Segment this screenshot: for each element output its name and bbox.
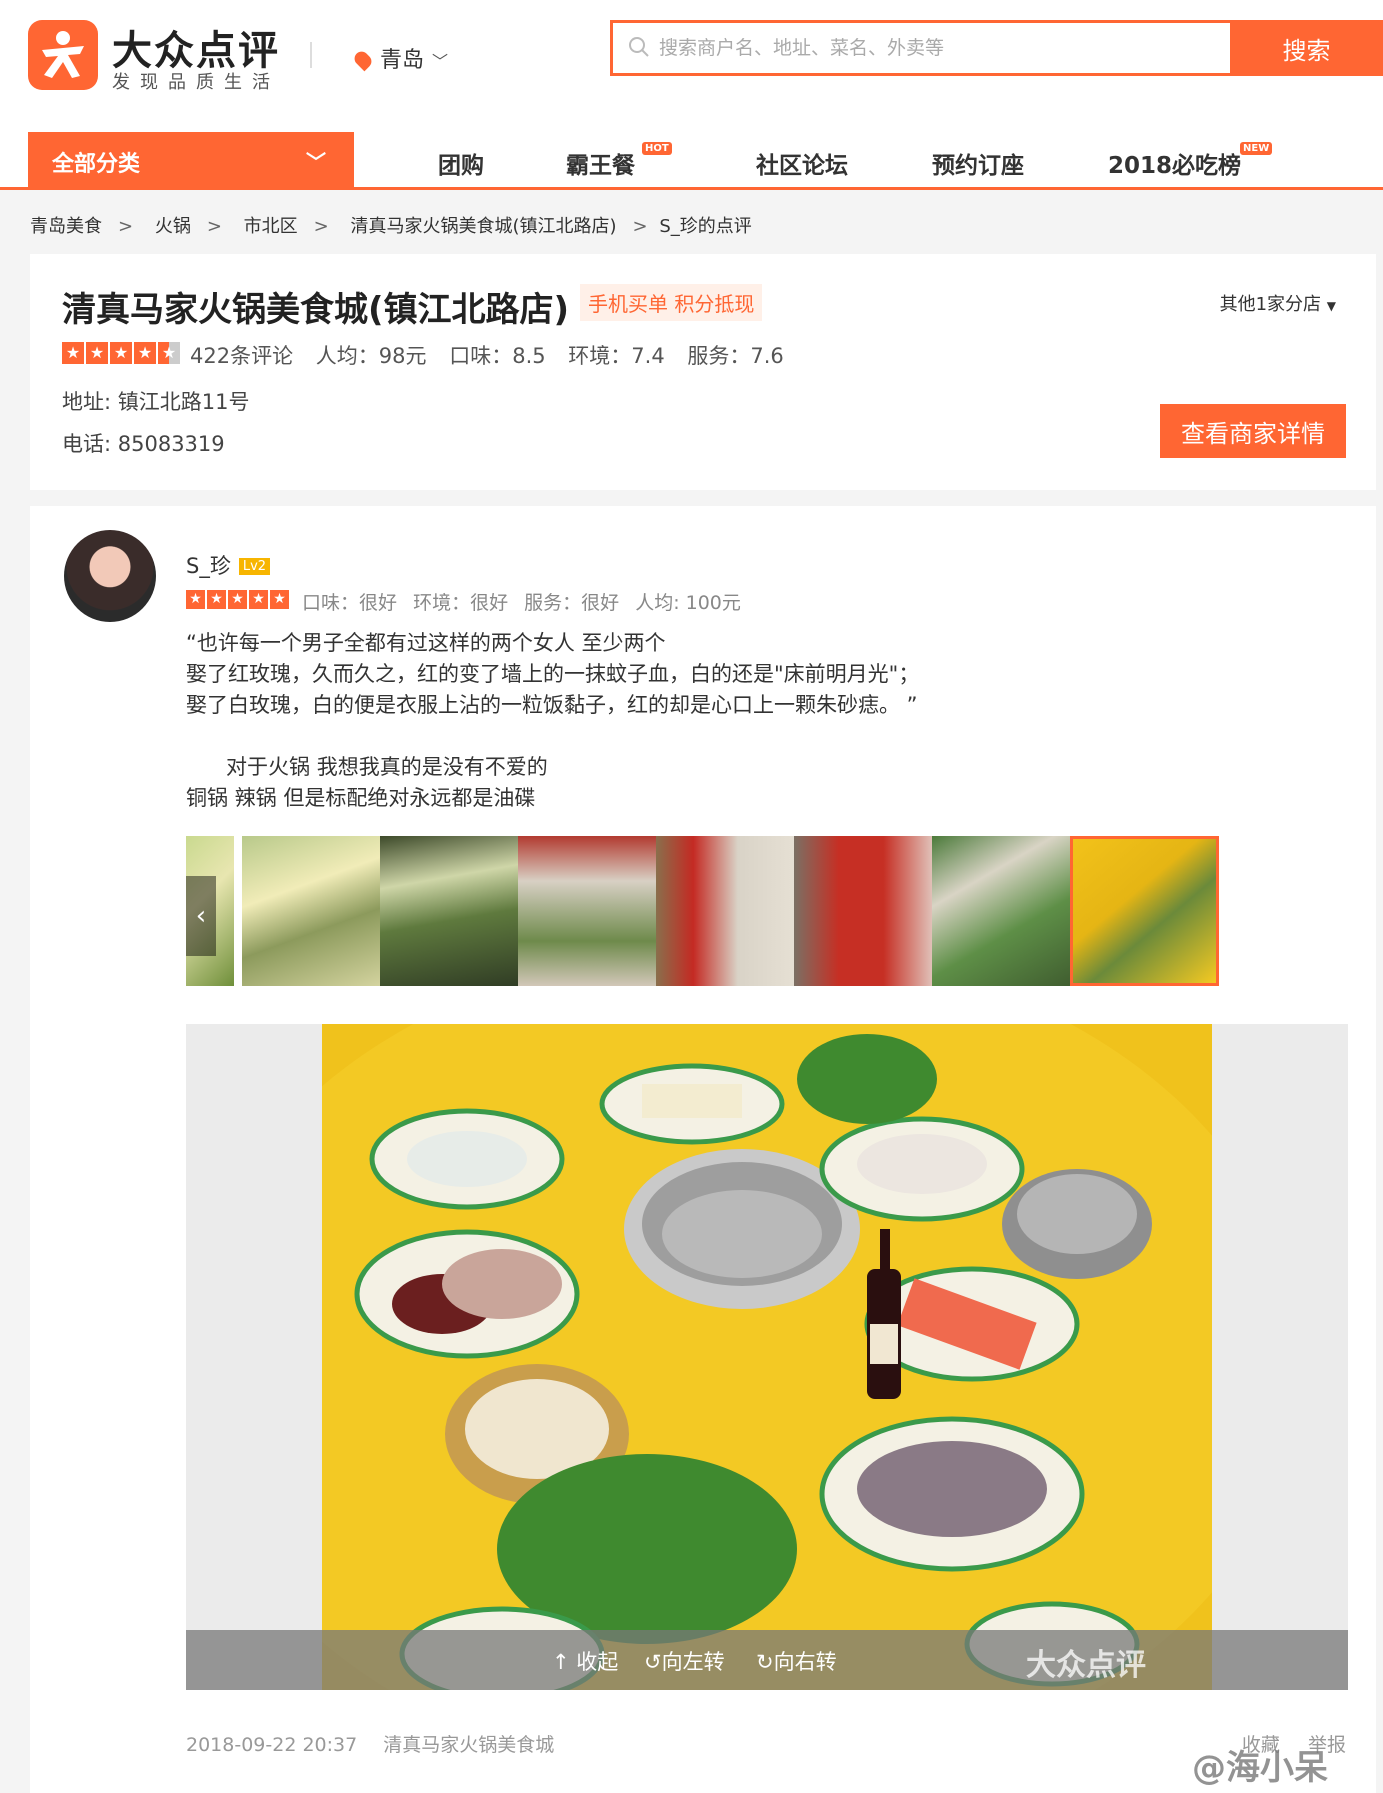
shop-meta: 422条评论 人均：98元 口味：8.5 环境：7.4 服务：7.6 [190,340,800,370]
review-scores: 口味：很好 环境：很好 服务：很好 人均: 100元 [302,588,751,615]
photo-thumbnail[interactable] [380,836,529,986]
photo-toolbar: ↑ 收起 ↺向左转 ↻向右转 大众点评 [186,1630,1348,1690]
nav-item-reservation[interactable]: 预约订座 [932,146,1024,180]
photo-thumbnail[interactable] [794,836,943,986]
breadcrumb-separator: > [313,216,329,237]
main-nav: 全部分类 ﹀ 团购 霸王餐 HOT 社区论坛 预约订座 2018必吃榜 NEW [0,132,1383,190]
review-line: 娶了白玫瑰，白的便是衣服上沾的一粒饭黏子，红的却是心口上一颗朱砂痣。 ” [186,693,918,717]
city-selector[interactable]: 青岛 ﹀ [351,42,449,74]
breadcrumb-separator: > [632,216,648,237]
search-icon [629,37,649,57]
photo-thumbnail[interactable] [656,836,805,986]
star-icon: ★ [186,590,205,609]
collapse-button[interactable]: ↑ 收起 [552,1646,618,1676]
avatar[interactable] [64,530,156,622]
new-badge: NEW [1240,142,1273,155]
promo-tag[interactable]: 手机买单 积分抵现 [580,284,763,321]
shop-phone: 电话: 85083319 [62,432,225,456]
star-icon: ★ [207,590,226,609]
shop-address: 地址: 镇江北路11号 [62,390,250,414]
previous-arrow-icon[interactable]: ‹ [186,876,216,956]
shop-rating-stars: ★ ★ ★ ★ ★ [62,342,180,364]
logo-subtitle: 发现品质生活 [112,72,280,93]
search-button[interactable]: 搜索 [1230,20,1383,76]
photo-thumbnail-strip: ‹ [186,836,1348,986]
review-text: “也许每一个男子全都有过这样的两个女人 至少两个 娶了红玫瑰，久而久之，红的变了… [186,628,1286,814]
review-service: 服务：很好 [524,592,620,614]
star-icon: ★ [86,342,108,364]
header-divider [310,42,312,68]
star-icon: ★ [270,590,289,609]
search-input[interactable] [659,33,1219,63]
photo-thumbnail-selected[interactable] [1070,836,1219,986]
review-rating-stars: ★ ★ ★ ★ ★ [186,590,289,609]
rotate-left-icon: ↺ [644,1650,662,1674]
review-count[interactable]: 422条评论 [190,344,293,368]
review-line: 娶了红玫瑰，久而久之，红的变了墙上的一抹蚊子血，白的还是"床前明月光"； [186,662,920,686]
shop-name: 清真马家火锅美食城(镇江北路店) [62,290,570,330]
breadcrumb-separator: > [118,216,134,237]
all-categories-label: 全部分类 [52,152,141,177]
review-taste: 口味：很好 [302,592,398,614]
breadcrumb-item[interactable]: 青岛美食 [30,216,102,237]
review-avg-price: 人均: 100元 [635,592,741,614]
star-icon: ★ [249,590,268,609]
view-shop-details-button[interactable]: 查看商家详情 [1160,404,1346,458]
breadcrumb: 青岛美食 > 火锅 > 市北区 > 清真马家火锅美食城(镇江北路店) > S_珍的点评 [30,212,768,238]
top-header: 大众点评 发现品质生活 青岛 ﹀ 搜索 [0,0,1383,132]
review-line [186,721,1286,752]
avg-price: 人均：98元 [315,344,427,368]
review-environment: 环境：很好 [413,592,509,614]
hotpot-photo-illustration [322,1024,1212,1690]
breadcrumb-item[interactable]: 清真马家火锅美食城(镇江北路店) [350,216,616,237]
chevron-down-icon: ﹀ [306,150,326,174]
review-line: 铜锅 辣锅 但是标配绝对永远都是油碟 [186,786,536,810]
photo-watermark: 大众点评 [1026,1648,1146,1683]
photo-thumbnail[interactable] [518,836,667,986]
breadcrumb-item[interactable]: 火锅 [155,216,191,237]
chevron-down-icon: ﹀ [432,52,449,71]
rotate-right-icon: ↻ [756,1650,774,1674]
breadcrumb-separator: > [206,216,222,237]
shop-info-card: 清真马家火锅美食城(镇江北路店) 手机买单 积分抵现 其他1家分店 ▼ ★ ★ … [30,254,1376,490]
review-date: 2018-09-22 20:37 [186,1734,358,1756]
nav-item-tuangou[interactable]: 团购 [438,146,484,180]
hot-badge: HOT [642,142,672,155]
star-icon: ★ [134,342,156,364]
caret-down-icon: ▼ [1326,299,1336,313]
reviewer-name[interactable]: S_珍 Lv2 [186,550,271,580]
city-label: 青岛 [380,48,425,73]
nav-item-bawangcan[interactable]: 霸王餐 HOT [566,142,672,180]
logo-person-icon [42,31,84,78]
dianping-logo[interactable] [28,20,98,90]
service-score: 服务：7.6 [687,344,784,368]
environment-score: 环境：7.4 [568,344,665,368]
rotate-right-button[interactable]: ↻向右转 [756,1646,837,1676]
breadcrumb-current: S_珍的点评 [659,216,752,237]
weibo-watermark: @海小呆 [1192,1748,1328,1788]
half-star-icon: ★ [158,342,180,364]
nav-item-forum[interactable]: 社区论坛 [756,146,848,180]
review-line: “也许每一个男子全都有过这样的两个女人 至少两个 [186,631,666,655]
nav-item-must-eat[interactable]: 2018必吃榜 NEW [1108,142,1273,180]
level-badge: Lv2 [238,558,271,575]
arrow-up-icon: ↑ [552,1650,570,1674]
photo-thumbnail[interactable] [932,836,1081,986]
star-icon: ★ [228,590,247,609]
breadcrumb-item[interactable]: 市北区 [244,216,298,237]
taste-score: 口味：8.5 [449,344,546,368]
review-line: 对于火锅 我想我真的是没有不爱的 [186,755,548,779]
review-footer: 2018-09-22 20:37 清真马家火锅美食城 [186,1730,574,1757]
star-icon: ★ [62,342,84,364]
photo-viewer: ↑ 收起 ↺向左转 ↻向右转 大众点评 [186,1024,1348,1690]
photo-thumbnail[interactable] [242,836,391,986]
rotate-left-button[interactable]: ↺向左转 [644,1646,725,1676]
review-shop-link[interactable]: 清真马家火锅美食城 [383,1734,554,1756]
other-branches-dropdown[interactable]: 其他1家分店 ▼ [1220,290,1336,316]
hotpot-photo [322,1024,1212,1690]
all-categories-button[interactable]: 全部分类 ﹀ [28,132,354,187]
location-pin-icon [351,48,375,72]
review-card: S_珍 Lv2 ★ ★ ★ ★ ★ 口味：很好 环境：很好 服务：很好 人均: 1… [30,506,1376,1793]
star-icon: ★ [110,342,132,364]
